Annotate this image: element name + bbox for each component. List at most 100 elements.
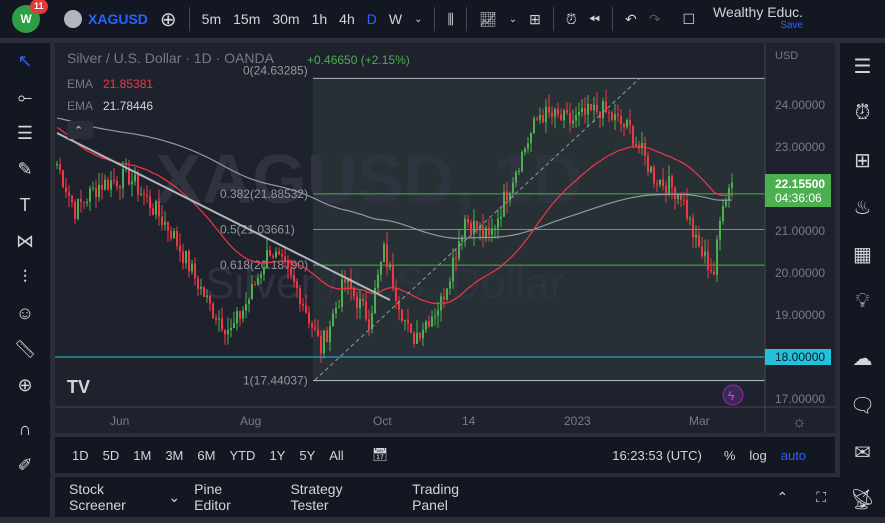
tab-strategy-tester[interactable]: Strategy Tester xyxy=(276,481,398,513)
candle xyxy=(251,283,253,300)
add-list-icon[interactable]: ⊞ xyxy=(840,137,885,184)
signal-icon[interactable]: 📡︎ xyxy=(840,476,885,523)
text-icon[interactable]: T xyxy=(0,187,50,223)
candle xyxy=(188,251,190,272)
layout-name[interactable]: Wealthy Educ. Save xyxy=(713,5,803,32)
ideas-bulb-icon[interactable]: 💡︎ xyxy=(840,278,885,325)
ruler-icon[interactable]: 📏︎ xyxy=(0,331,50,367)
range-1Y[interactable]: 1Y xyxy=(262,448,292,463)
candle xyxy=(233,323,235,329)
zoom-icon[interactable]: ⊕ xyxy=(0,367,50,403)
magnet-icon[interactable]: ∩ xyxy=(0,411,50,447)
compare-button[interactable]: ⊕ xyxy=(154,7,183,32)
logo[interactable]: W 11 xyxy=(12,0,48,33)
tf-W[interactable]: W xyxy=(383,11,408,27)
alarm-clock-icon[interactable]: ⏰︎ xyxy=(840,90,885,137)
brush-icon[interactable]: ✎ xyxy=(0,151,50,187)
candle xyxy=(431,316,433,327)
candle xyxy=(497,218,499,229)
candle xyxy=(101,184,103,190)
candle xyxy=(605,101,607,113)
chat-bubble-icon[interactable]: ☁ xyxy=(840,335,885,382)
candle xyxy=(248,299,250,304)
candle xyxy=(509,192,511,201)
candle xyxy=(716,239,718,275)
range-6M[interactable]: 6M xyxy=(190,448,222,463)
candle xyxy=(683,199,685,201)
pattern-icon[interactable]: ⋈ xyxy=(0,223,50,259)
tf-5m[interactable]: 5m xyxy=(196,11,227,27)
candle xyxy=(692,218,694,238)
symbol-search[interactable]: XAGUSD xyxy=(82,11,154,27)
fib-level-label: 1(17.44037) xyxy=(243,374,308,388)
candle xyxy=(239,311,241,319)
candle xyxy=(179,245,181,252)
chevron-down-icon[interactable]: ⌄ xyxy=(503,14,523,25)
candle xyxy=(719,221,721,240)
tab-trading-panel[interactable]: Trading Panel xyxy=(398,481,512,513)
candle xyxy=(554,109,556,117)
goto-date-icon[interactable]: 📅︎ xyxy=(365,447,396,463)
fullscreen-box-icon[interactable]: ☐ xyxy=(676,11,701,28)
range-1D[interactable]: 1D xyxy=(65,448,96,463)
layout-icon[interactable]: ⊞ xyxy=(523,11,547,28)
indicators-icon[interactable]: 📈︎ xyxy=(473,11,503,28)
calendar-icon[interactable]: ▦ xyxy=(840,231,885,278)
range-All[interactable]: All xyxy=(322,448,350,463)
candle xyxy=(602,101,604,119)
currency-label[interactable]: USD xyxy=(775,50,798,62)
candle xyxy=(98,184,100,197)
chats-icon[interactable]: 🗨︎ xyxy=(840,382,885,429)
tf-1h[interactable]: 1h xyxy=(306,11,334,27)
price-chart[interactable]: XAGUSD, 1D Silver / U.S. Dollar 0(24.632… xyxy=(55,43,835,433)
watchlist-icon[interactable]: ☰ xyxy=(840,43,885,90)
cursor-icon[interactable]: ↖ xyxy=(0,43,50,79)
chevron-down-icon[interactable]: ⌄ xyxy=(168,489,180,506)
candle xyxy=(182,251,184,264)
chart-area[interactable]: XAGUSD, 1D Silver / U.S. Dollar 0(24.632… xyxy=(55,43,835,433)
chevron-down-icon[interactable]: ⌄ xyxy=(408,14,428,25)
candle xyxy=(176,231,178,246)
range-YTD[interactable]: YTD xyxy=(222,448,262,463)
hotlist-fire-icon[interactable]: ♨ xyxy=(840,184,885,231)
candle xyxy=(521,152,523,172)
candles-icon[interactable]: ⫼ xyxy=(441,11,459,28)
tf-15m[interactable]: 15m xyxy=(227,11,266,27)
range-3M[interactable]: 3M xyxy=(158,448,190,463)
percent-toggle[interactable]: % xyxy=(717,448,743,463)
alert-icon[interactable]: ⏰︎ xyxy=(560,11,583,28)
redo-icon[interactable]: ↷ xyxy=(643,11,667,28)
tf-30m[interactable]: 30m xyxy=(266,11,305,27)
tf-D[interactable]: D xyxy=(361,11,383,27)
tab-stock-screener[interactable]: Stock Screener xyxy=(55,481,178,513)
lock-pencil-icon[interactable]: ✐ xyxy=(0,447,50,483)
range-1M[interactable]: 1M xyxy=(126,448,158,463)
candle xyxy=(338,306,340,308)
replay-icon[interactable]: ⏪︎ xyxy=(583,11,606,28)
maximize-panel-icon[interactable]: ⛶ xyxy=(802,489,840,506)
range-5Y[interactable]: 5Y xyxy=(292,448,322,463)
clock[interactable]: 16:23:53 (UTC) xyxy=(605,448,709,463)
candle xyxy=(227,330,229,335)
candle xyxy=(260,274,262,278)
price-tick: 19.00000 xyxy=(775,308,825,322)
candle xyxy=(272,255,274,258)
tab-pine-editor[interactable]: Pine Editor xyxy=(180,481,276,513)
candle xyxy=(536,118,538,120)
emoji-icon[interactable]: ☺ xyxy=(0,295,50,331)
candle xyxy=(590,103,592,111)
undo-icon[interactable]: ↶ xyxy=(619,11,643,28)
settings-gear-icon[interactable]: ☼ xyxy=(792,414,807,431)
line-tool-icon[interactable]: ⟜ xyxy=(0,79,50,115)
forecast-icon[interactable]: ⫶ xyxy=(0,259,50,295)
range-5D[interactable]: 5D xyxy=(96,448,127,463)
candle xyxy=(443,296,445,300)
collapse-panel-icon[interactable]: ⌃ xyxy=(762,489,802,506)
candle xyxy=(392,264,394,289)
candle xyxy=(656,183,658,185)
auto-toggle[interactable]: auto xyxy=(774,448,813,463)
notes-icon[interactable]: ✉ xyxy=(840,429,885,476)
tf-4h[interactable]: 4h xyxy=(333,11,361,27)
fib-tool-icon[interactable]: ☰ xyxy=(0,115,50,151)
log-toggle[interactable]: log xyxy=(742,448,773,463)
